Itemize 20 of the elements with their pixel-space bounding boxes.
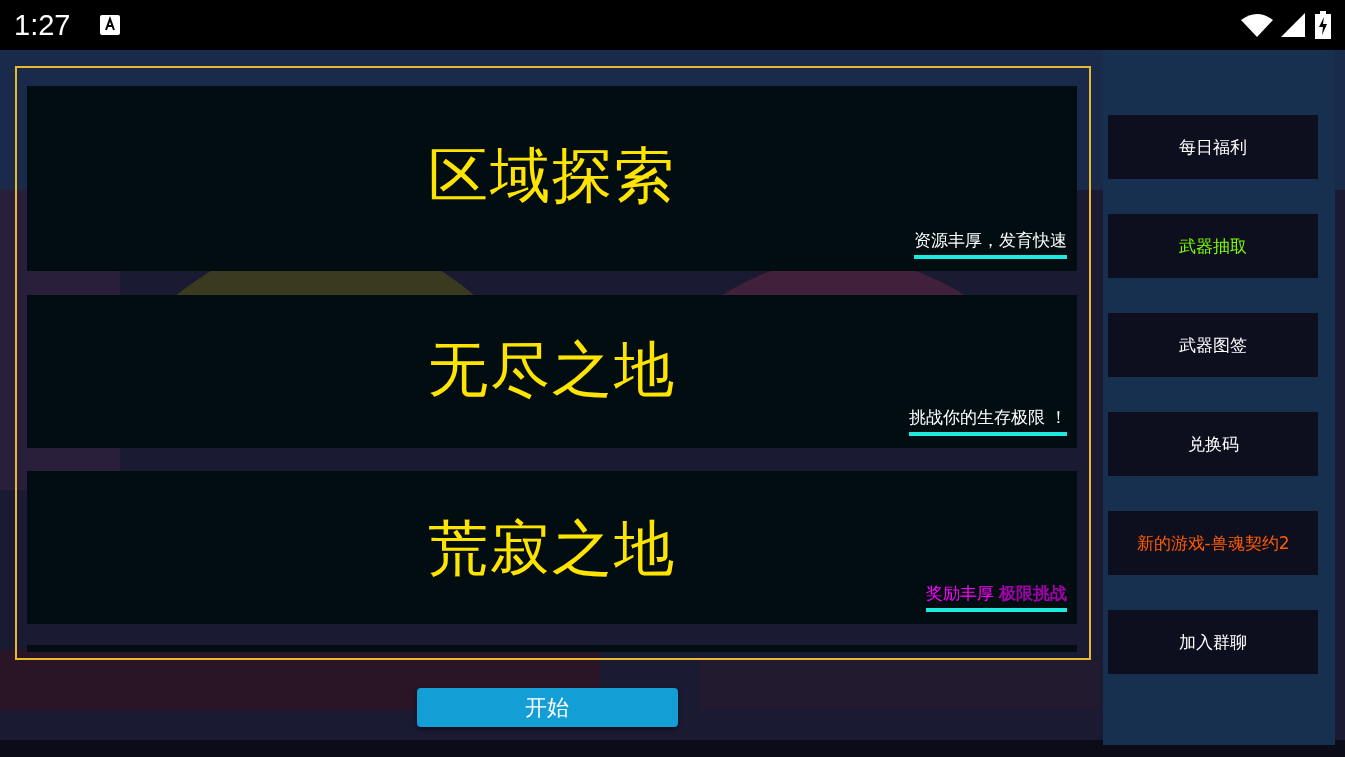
menu-button[interactable]: 武器抽取 bbox=[1108, 214, 1318, 278]
mode-card[interactable]: 无尽之地 挑战你的生存极限 ！ bbox=[27, 295, 1077, 448]
menu-button[interactable]: 武器图签 bbox=[1108, 313, 1318, 377]
mode-title: 无尽之地 bbox=[427, 333, 677, 406]
signal-icon bbox=[1281, 13, 1305, 37]
menu-button[interactable]: 新的游戏-兽魂契约2 bbox=[1108, 511, 1318, 575]
menu-button[interactable]: 加入群聊 bbox=[1108, 610, 1318, 674]
mode-subtitle: 奖励丰厚 极限挑战 bbox=[925, 582, 1067, 612]
menu-button[interactable]: 兑换码 bbox=[1108, 412, 1318, 476]
menu-button[interactable]: 每日福利 bbox=[1108, 115, 1318, 179]
mode-title: 荒寂之地 bbox=[427, 512, 677, 585]
notification-icon bbox=[100, 15, 121, 35]
mode-subtitle: 挑战你的生存极限 ！ bbox=[908, 406, 1067, 436]
clock-time: 1:27 bbox=[14, 8, 71, 42]
battery-charging-icon bbox=[1315, 11, 1331, 39]
mode-title: 区域探索 bbox=[427, 139, 677, 212]
mode-card[interactable]: 区域探索 资源丰厚，发育快速 bbox=[27, 86, 1077, 271]
wifi-icon bbox=[1241, 13, 1273, 37]
mode-card[interactable]: 荒寂之地 奖励丰厚 极限挑战 bbox=[27, 471, 1077, 624]
mode-subtitle: 资源丰厚，发育快速 bbox=[914, 229, 1067, 259]
